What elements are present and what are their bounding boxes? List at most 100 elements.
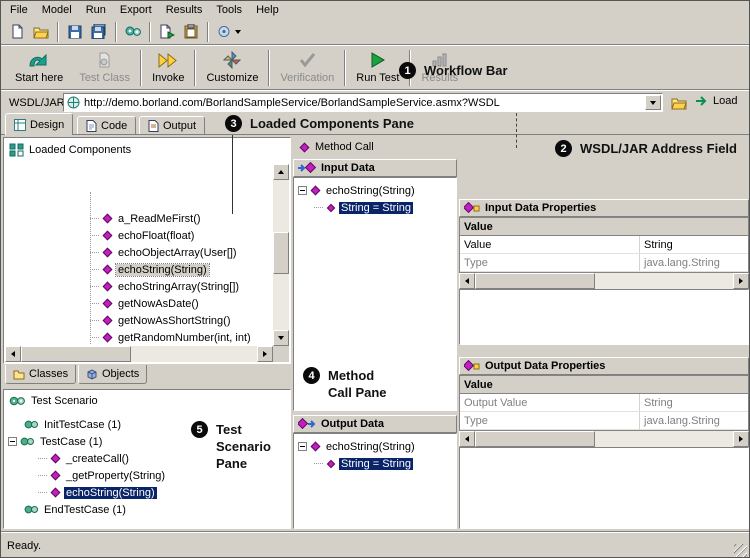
tab-output[interactable]: Output bbox=[139, 116, 205, 134]
panel-title: Output Data bbox=[321, 418, 384, 430]
horizontal-scrollbar[interactable] bbox=[5, 346, 273, 362]
load-arrow-icon bbox=[695, 95, 709, 107]
property-name: Type bbox=[460, 254, 640, 271]
scroll-right-button[interactable] bbox=[257, 346, 273, 362]
run-export-button[interactable] bbox=[155, 21, 179, 43]
status-bar: Ready. bbox=[1, 533, 749, 558]
load-button[interactable]: Load bbox=[695, 95, 737, 107]
testcase-icon bbox=[24, 504, 39, 515]
menu-export[interactable]: Export bbox=[113, 2, 159, 18]
workflow-separator bbox=[268, 50, 270, 86]
workflow-customize[interactable]: Customize bbox=[198, 49, 266, 84]
tree-item[interactable]: echoString(String) bbox=[294, 182, 456, 199]
resize-grip[interactable] bbox=[734, 544, 747, 557]
tree-item[interactable]: echoString(String) bbox=[294, 438, 456, 455]
tree-item-selected[interactable]: echoString(String) bbox=[8, 484, 286, 501]
scroll-left-button[interactable] bbox=[5, 346, 21, 362]
table-row[interactable]: Value String bbox=[460, 236, 748, 254]
table-row[interactable]: Type java.lang.String bbox=[460, 412, 748, 430]
menu-results[interactable]: Results bbox=[159, 2, 210, 18]
tree-item-label: echoStringArray(String[]) bbox=[116, 281, 241, 293]
vertical-scrollbar[interactable] bbox=[273, 164, 289, 346]
scrollbar-thumb[interactable] bbox=[475, 431, 595, 447]
callout-label: Method bbox=[328, 367, 387, 384]
workflow-start-here[interactable]: Start here bbox=[7, 49, 71, 84]
tree-item-selected[interactable]: echoString(String) bbox=[6, 261, 272, 278]
scroll-up-button[interactable] bbox=[273, 164, 289, 180]
save-all-button[interactable] bbox=[87, 21, 111, 43]
scroll-right-button[interactable] bbox=[733, 431, 749, 447]
tree-item-selected[interactable]: String = String bbox=[294, 455, 456, 472]
tree-item[interactable]: getNowAsDate() bbox=[6, 295, 272, 312]
method-icon bbox=[103, 316, 113, 326]
property-value[interactable]: String bbox=[640, 239, 748, 251]
callout-label: WSDL/JAR Address Field bbox=[580, 140, 737, 157]
workflow-label: Invoke bbox=[152, 72, 184, 84]
tab-design[interactable]: Design bbox=[5, 113, 73, 135]
scroll-down-button[interactable] bbox=[273, 330, 289, 346]
scroll-left-button[interactable] bbox=[459, 273, 475, 289]
tree-item[interactable]: echoFloat(float) bbox=[6, 227, 272, 244]
tree-item-label: echoString(String) bbox=[324, 441, 417, 453]
tree-item-selected[interactable]: String = String bbox=[294, 199, 456, 216]
horizontal-scrollbar[interactable] bbox=[459, 431, 749, 447]
open-button[interactable] bbox=[29, 21, 53, 43]
table-row[interactable]: Output Value String bbox=[460, 394, 748, 412]
tree-item[interactable]: getRandomNumber(int, int) bbox=[6, 329, 272, 345]
new-icon bbox=[10, 24, 25, 39]
new-button[interactable] bbox=[5, 21, 29, 43]
method-icon bbox=[51, 488, 61, 498]
panel-title: Loaded Components bbox=[29, 144, 131, 156]
tab-code[interactable]: Code bbox=[77, 116, 136, 134]
test-scenario-header: Test Scenario bbox=[9, 395, 98, 407]
output-data-header: Output Data bbox=[293, 415, 457, 433]
paste-button[interactable] bbox=[179, 21, 203, 43]
callout-label: Loaded Components Pane bbox=[250, 115, 414, 132]
wsdl-address-combobox[interactable]: http://demo.borland.com/BorlandSampleSer… bbox=[63, 93, 663, 112]
loaded-components-panel: Loaded Components a_ReadMeFirst() echoFl… bbox=[3, 137, 291, 364]
save-button[interactable] bbox=[63, 21, 87, 43]
collapse-toggle-icon[interactable] bbox=[298, 442, 307, 451]
scrollbar-corner bbox=[273, 346, 289, 362]
tree-item[interactable]: EndTestCase (1) bbox=[8, 501, 286, 518]
scroll-right-button[interactable] bbox=[733, 273, 749, 289]
workflow-invoke[interactable]: Invoke bbox=[144, 49, 192, 84]
scroll-left-button[interactable] bbox=[459, 431, 475, 447]
output-data-properties-header: Output Data Properties bbox=[459, 357, 749, 375]
menu-file[interactable]: File bbox=[3, 2, 35, 18]
application-window: File Model Run Export Results Tools Help bbox=[0, 0, 750, 558]
settings-button[interactable] bbox=[121, 21, 145, 43]
property-value: String bbox=[640, 397, 748, 409]
collapse-toggle-icon[interactable] bbox=[298, 186, 307, 195]
menu-model[interactable]: Model bbox=[35, 2, 79, 18]
tree-item[interactable]: getNowAsShortString() bbox=[6, 312, 272, 329]
table-header-row: Value bbox=[460, 218, 748, 236]
tree-item-label: getNowAsDate() bbox=[116, 298, 201, 310]
tab-objects[interactable]: Objects bbox=[78, 365, 147, 384]
table-header-row: Value bbox=[460, 376, 748, 394]
table-row[interactable]: Type java.lang.String bbox=[460, 254, 748, 272]
method-icon bbox=[311, 442, 321, 452]
toolbar-separator bbox=[115, 22, 117, 42]
scrollbar-thumb[interactable] bbox=[475, 273, 595, 289]
collapse-toggle-icon[interactable] bbox=[8, 437, 17, 446]
scrollbar-thumb[interactable] bbox=[21, 346, 131, 362]
horizontal-scrollbar[interactable] bbox=[459, 273, 749, 289]
menu-run[interactable]: Run bbox=[79, 2, 113, 18]
tree-item[interactable]: echoStringArray(String[]) bbox=[6, 278, 272, 295]
scrollbar-thumb[interactable] bbox=[273, 232, 289, 274]
input-data-header: Input Data bbox=[293, 159, 457, 177]
column-header: Value bbox=[464, 379, 493, 391]
address-dropdown-button[interactable] bbox=[645, 95, 661, 110]
menu-tools[interactable]: Tools bbox=[209, 2, 249, 18]
menu-help[interactable]: Help bbox=[249, 2, 286, 18]
classes-tab-icon bbox=[13, 369, 25, 380]
browse-wsdl-button[interactable] bbox=[667, 92, 691, 114]
tree-item[interactable]: echoObjectArray(User[]) bbox=[6, 244, 272, 261]
tab-classes[interactable]: Classes bbox=[5, 365, 76, 384]
dropdown-arrow-icon bbox=[650, 101, 656, 105]
toolbar-options-button[interactable] bbox=[213, 21, 245, 43]
main-toolbar bbox=[1, 19, 749, 44]
callout-loaded-components-pane: 3 Loaded Components Pane bbox=[225, 115, 414, 132]
open-folder-icon bbox=[671, 96, 687, 110]
